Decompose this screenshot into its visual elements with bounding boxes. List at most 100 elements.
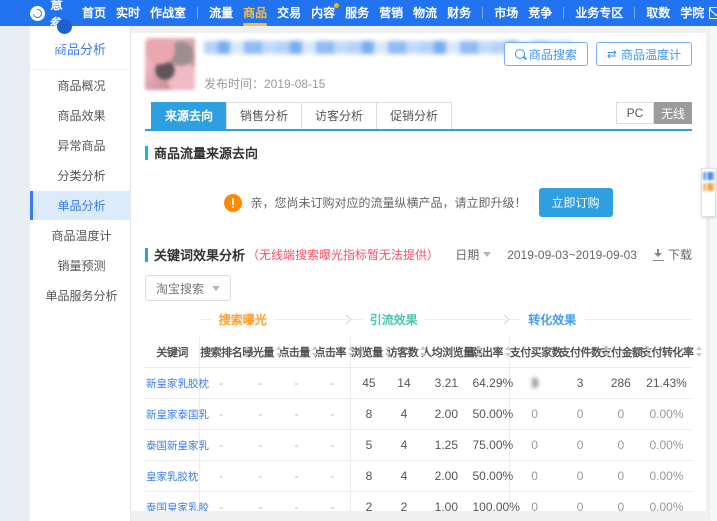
redacted-value: 3 <box>531 376 538 390</box>
sidebar-item[interactable]: 单品分析 <box>30 191 130 220</box>
sort-icon[interactable] <box>475 346 483 357</box>
table-cell: - <box>278 367 315 399</box>
top-nav-items: 首页 实时 作战室 流量 商品 交易 内容 服务 营销 物流 财务 市场 竞争 业务专区 取数 学院 <box>77 0 709 26</box>
chevron-right-icon <box>341 314 352 325</box>
channel-dropdown[interactable]: 淘宝搜索 <box>145 275 232 301</box>
table-cell: - <box>242 491 279 511</box>
column-group-label: 转化效果 <box>528 313 577 327</box>
tab[interactable]: 销售分析 <box>226 102 303 129</box>
table-row: 皇家乳胶枕 - - - -8 4 2.00 50.00% 0 0 0 0.00% <box>145 460 692 492</box>
table-cell: 286 <box>600 367 642 399</box>
nav-item[interactable]: 学院 <box>679 0 705 26</box>
sidebar-item[interactable]: 销量预测 <box>30 251 130 280</box>
keyword-table: 搜索曝光 引流效果 转化效果 关键词 搜索排名 曝光量 点击量 点击率 浏览量 访客数 人均浏览量… <box>145 307 702 511</box>
keyword-section-note: （无线端搜索曝光指标暂无法提供） <box>247 248 440 262</box>
product-thermometer-button[interactable]: ⇄ 商品温度计 <box>595 42 692 66</box>
group-line <box>273 319 347 320</box>
page-scrollbar[interactable] <box>709 26 717 521</box>
sort-icon[interactable] <box>311 346 319 357</box>
nav-separator <box>197 7 199 19</box>
sidebar-item[interactable]: 单品服务分析 <box>30 281 130 310</box>
keyword-link[interactable]: 新皇家乳胶枕 <box>145 367 209 399</box>
group-line <box>509 319 522 320</box>
tab[interactable]: 访客分析 <box>301 102 378 129</box>
table-cell: 4 <box>386 460 422 492</box>
table-cell: 0 <box>508 429 560 461</box>
table-cell: - <box>278 398 315 430</box>
nav-item[interactable]: 作战室 <box>149 0 187 26</box>
table-cell: - <box>242 429 279 461</box>
sidebar-item[interactable]: 分类分析 <box>30 161 130 190</box>
widget-content-redacted <box>703 183 714 191</box>
date-range[interactable]: 2019-09-03~2019-09-03 <box>507 248 637 262</box>
main-area: 发布时间：2019-08-15 商品搜索 ⇄ 商品温度计 来源去向 销售分析 访客分… <box>131 26 717 521</box>
channel-label: 淘宝搜索 <box>156 281 205 296</box>
nav-item[interactable]: 财务 <box>446 0 472 26</box>
table-row: 新皇家泰国乳 - - - -8 4 2.00 50.00% 0 0 0 0.00% <box>145 398 692 430</box>
date-dropdown[interactable]: 日期 <box>455 246 492 263</box>
sidebar-item[interactable]: 商品概况 <box>30 71 130 100</box>
product-thumbnail <box>145 38 195 90</box>
keyword-link[interactable]: 新皇家泰国乳 <box>145 398 209 430</box>
sidebar-item[interactable]: 商品温度计 <box>30 221 130 250</box>
sort-icon[interactable] <box>603 346 611 357</box>
nav-item[interactable]: 首页 <box>81 0 107 26</box>
nav-item[interactable]: 业务专区 <box>574 0 624 26</box>
floating-widget[interactable] <box>701 168 716 217</box>
nav-item[interactable]: 物流 <box>412 0 438 26</box>
keyword-link[interactable]: 泰国皇家乳胶 <box>145 491 209 511</box>
sort-icon[interactable] <box>420 346 427 357</box>
sort-icon[interactable] <box>244 346 251 357</box>
table-cell: 0 <box>559 429 601 461</box>
column-header-label: 支付买家数 <box>509 347 563 359</box>
sidebar-item[interactable]: 商品效果 <box>30 101 130 130</box>
table-cell: 0.00% <box>641 491 692 511</box>
keyword-link[interactable]: 泰国新皇家乳 <box>145 429 209 461</box>
nav-item[interactable]: 市场 <box>493 0 519 26</box>
table-cell: 0 <box>600 460 642 492</box>
nav-item[interactable]: 实时 <box>115 0 141 26</box>
table-cell: 2 <box>386 491 422 511</box>
device-toggle: PC 无线 <box>616 102 692 124</box>
tab[interactable]: 来源去向 <box>151 102 228 129</box>
nav-item[interactable]: 取数 <box>645 0 671 26</box>
column-group: 转化效果 <box>509 311 692 328</box>
nav-item[interactable]: 商品 <box>242 0 268 26</box>
download-button[interactable]: 下载 <box>652 246 692 263</box>
sort-icon[interactable] <box>348 346 355 357</box>
sidebar-item[interactable]: 异常商品 <box>30 131 130 160</box>
nav-item[interactable]: 营销 <box>378 0 404 26</box>
keyword-link[interactable]: 皇家乳胶枕 <box>145 460 200 492</box>
warning-icon <box>224 193 243 212</box>
nav-item[interactable]: 交易 <box>276 0 302 26</box>
sort-icon[interactable] <box>275 346 283 357</box>
nav-item[interactable]: 流量 <box>208 0 234 26</box>
table-cell: - <box>278 460 315 492</box>
table-row: 新皇家乳胶枕 - - - -45 14 3.21 64.29% 3 3 286 21.43% <box>145 367 692 399</box>
table-cell: 4 <box>386 398 422 430</box>
device-wireless-button[interactable]: 无线 <box>654 102 692 124</box>
table-cell: 45 <box>350 367 387 399</box>
product-search-button[interactable]: 商品搜索 <box>503 42 588 66</box>
subscribe-button[interactable]: 立即订购 <box>538 188 613 217</box>
sidebar-collapse-button[interactable] <box>57 19 72 34</box>
nav-item[interactable]: 服务 <box>344 0 370 26</box>
sort-icon[interactable] <box>504 346 512 357</box>
nav-item[interactable]: 内容 <box>310 0 340 26</box>
column-group-header: 转化效果 <box>509 307 692 337</box>
flow-section-header: 商品流量来源去向 <box>145 143 692 162</box>
chevron-down-icon <box>212 285 221 291</box>
device-pc-button[interactable]: PC <box>616 102 654 124</box>
content-card: 发布时间：2019-08-15 商品搜索 ⇄ 商品温度计 来源去向 销售分析 访客分… <box>131 33 706 511</box>
sort-icon[interactable] <box>695 346 703 357</box>
sort-icon[interactable] <box>384 346 392 357</box>
table-cell: 0 <box>508 398 560 430</box>
nav-item[interactable]: 竞争 <box>527 0 553 26</box>
upgrade-notice: 亲，您尚未订购对应的流量纵横产品，请立即升级！ 立即订购 <box>145 188 692 217</box>
sort-icon[interactable] <box>644 346 652 357</box>
column-header-label: 关键词 <box>156 347 188 359</box>
table-cell: 0 <box>559 491 601 511</box>
messages-button[interactable]: 消息 <box>709 0 717 30</box>
swap-icon: ⇄ <box>606 47 617 61</box>
tab[interactable]: 促销分析 <box>376 102 453 129</box>
